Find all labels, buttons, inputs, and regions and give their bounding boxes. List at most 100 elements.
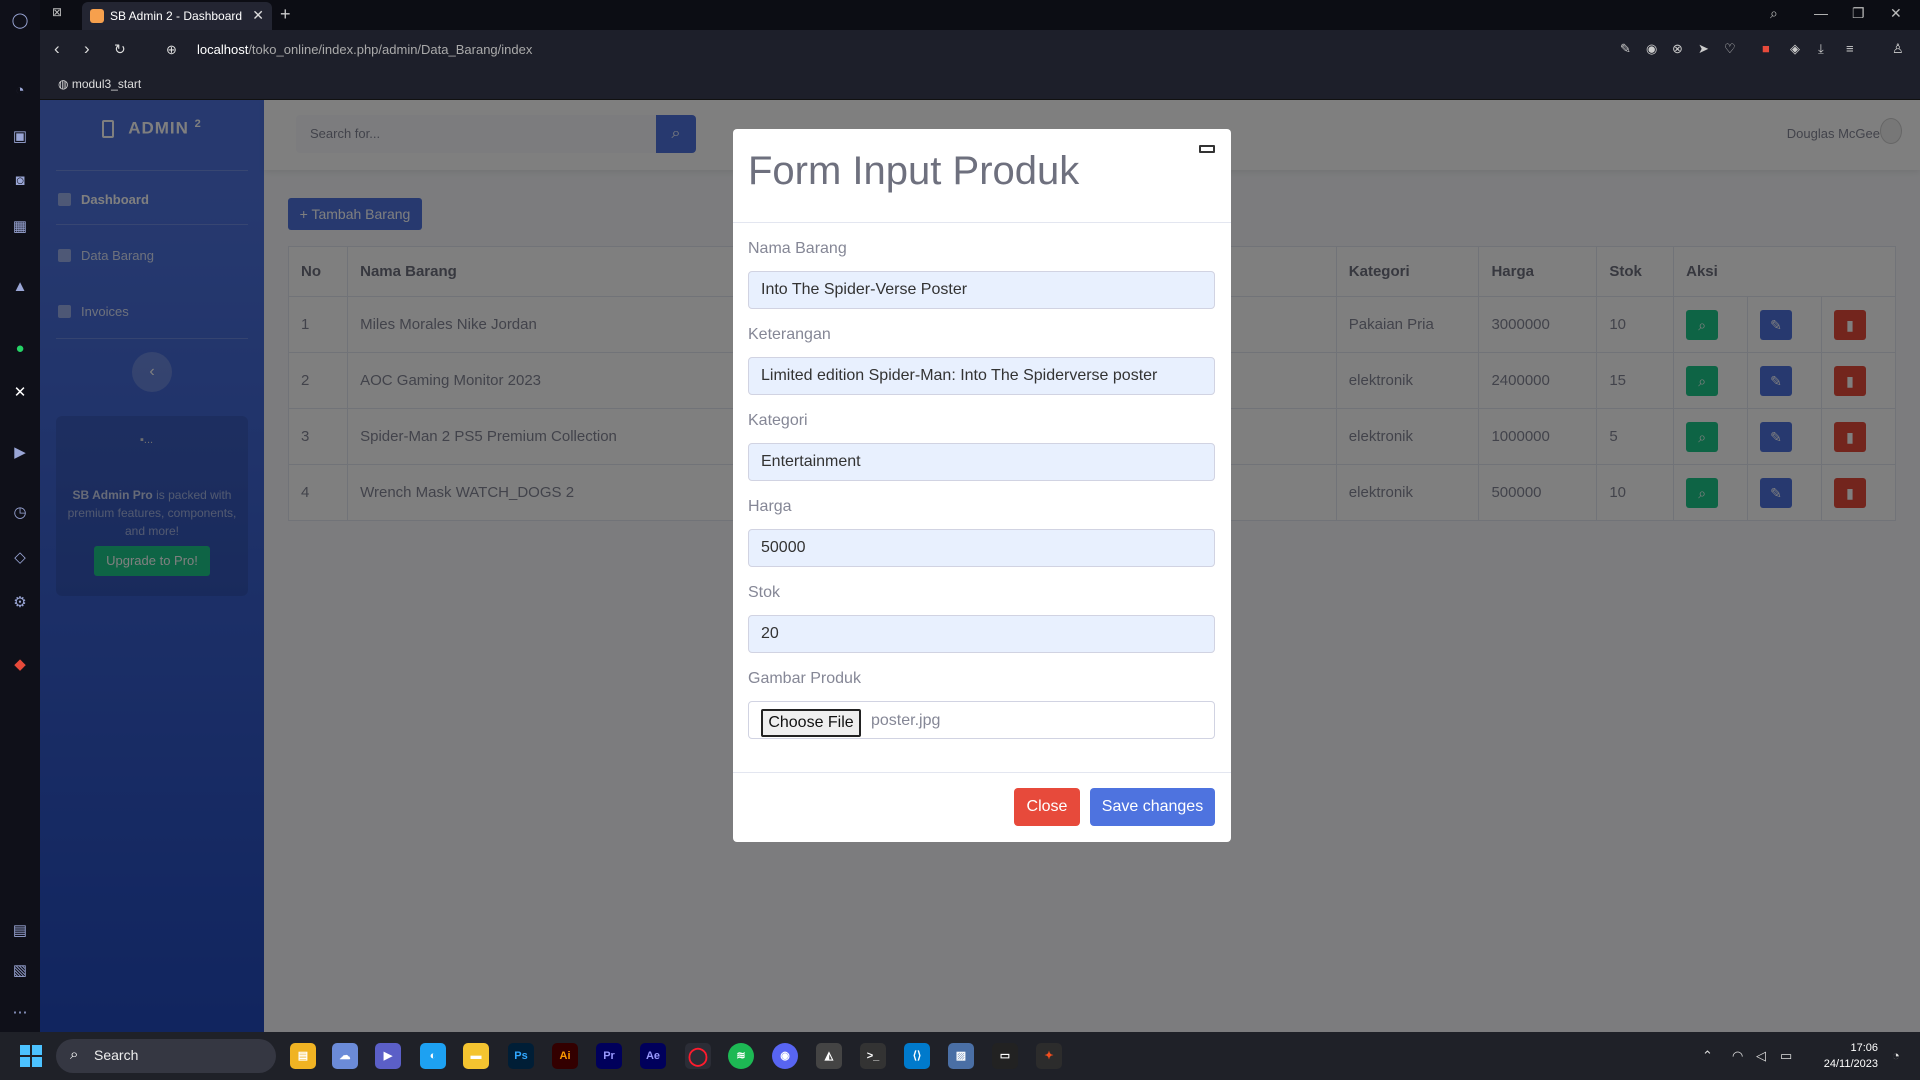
tab-close-icon[interactable]: ✕ <box>252 7 264 24</box>
url-field[interactable]: localhost/toko_online/index.php/admin/Da… <box>197 42 532 57</box>
image-file-input: Choose File poster.jpg <box>748 701 1215 739</box>
save-changes-button[interactable]: Save changes <box>1090 788 1215 826</box>
app-icon[interactable]: ◭ <box>816 1043 842 1069</box>
spotify-icon[interactable]: ≋ <box>728 1043 754 1069</box>
restore-icon[interactable]: ❐ <box>1852 5 1865 22</box>
label-keterangan: Keterangan <box>748 326 831 343</box>
windows-taskbar: ⌕ Search ▤ ☁ ▶ ◐ ▬ Ps Ai Pr Ae ◯ ≋ ◉ ◭ >… <box>0 1032 1920 1080</box>
label-nama-barang: Nama Barang <box>748 240 847 257</box>
browser-sidebar-panel: ◯ ◔ ▣ ◙ ▦ ▲ ● ✕ ▶ ◷ ◇ ⚙ ◆ ▤ ▧ ⋯ <box>0 0 40 1032</box>
history-icon[interactable]: ◷ <box>8 500 32 524</box>
bookmark-label: modul3_start <box>71 77 142 91</box>
heart-icon[interactable]: ♡ <box>1724 41 1736 57</box>
ublock-icon[interactable]: ◆ <box>8 652 32 676</box>
harga-input[interactable]: 50000 <box>748 529 1215 567</box>
address-bar: ‹ › ↻ ⊕ localhost/toko_online/index.php/… <box>40 30 1920 70</box>
choose-file-button[interactable]: Choose File <box>761 709 861 737</box>
search-icon: ⌕ <box>70 1046 79 1063</box>
bookmarks-bar: ◍ modul3_start <box>40 70 1920 100</box>
cube-extension-icon[interactable]: ◈ <box>1790 41 1800 57</box>
close-window-icon[interactable]: ✕ <box>1890 5 1902 22</box>
windows-logo-icon <box>20 1045 30 1055</box>
stok-input[interactable]: 20 <box>748 615 1215 653</box>
tab-favicon-icon <box>90 9 104 23</box>
wifi-icon[interactable]: ◠ <box>1732 1048 1743 1064</box>
opera-logo-icon[interactable]: ◯ <box>8 8 32 32</box>
windows-logo-icon <box>32 1057 42 1067</box>
settings-icon[interactable]: ⚙ <box>8 590 32 614</box>
label-gambar-produk: Gambar Produk <box>748 670 861 687</box>
search-tabs-icon[interactable]: ⌕ <box>1770 5 1778 22</box>
forward-icon[interactable]: › <box>84 39 90 59</box>
photoshop-icon[interactable]: Ps <box>508 1043 534 1069</box>
product-form-modal: Form Input Produk Nama Barang Into The S… <box>733 129 1231 842</box>
battery-icon[interactable]: ▭ <box>1780 1048 1792 1064</box>
arc-icon[interactable]: ▲ <box>8 274 32 298</box>
volume-icon[interactable]: ◁ <box>1756 1048 1766 1064</box>
opera-icon[interactable]: ◯ <box>685 1043 711 1069</box>
label-harga: Harga <box>748 498 792 515</box>
edge-icon[interactable]: ◐ <box>420 1043 446 1069</box>
keterangan-input[interactable]: Limited edition Spider-Man: Into The Spi… <box>748 357 1215 395</box>
console-icon[interactable]: ▭ <box>992 1043 1018 1069</box>
shield-icon[interactable]: ⊗ <box>1672 41 1683 57</box>
clock-time: 17:06 <box>1850 1042 1878 1054</box>
player-icon[interactable]: ▶ <box>8 440 32 464</box>
extension-red-icon[interactable]: ■ <box>1762 41 1770 56</box>
figma-icon[interactable]: ✦ <box>1036 1043 1062 1069</box>
back-icon[interactable]: ‹ <box>54 39 60 59</box>
globe-icon: ⊕ <box>166 42 177 57</box>
terminal-icon[interactable]: >_ <box>860 1043 886 1069</box>
tray-chevron-icon[interactable]: ⌃ <box>1702 1048 1713 1064</box>
speed-dial-icon[interactable]: ◔ <box>8 78 32 102</box>
bookmark-item[interactable]: ◍ modul3_start <box>58 77 141 91</box>
gallery-icon[interactable]: ▧ <box>8 958 32 982</box>
clock-date: 24/11/2023 <box>1823 1058 1878 1070</box>
send-icon[interactable]: ➤ <box>1698 41 1709 57</box>
taskbar-clock[interactable]: 17:06 24/11/2023 <box>1824 1040 1878 1072</box>
menu-icon[interactable]: ≡ <box>1846 41 1854 56</box>
active-tab[interactable]: SB Admin 2 - Dashboard ✕ <box>82 2 272 30</box>
download-icon[interactable]: ⤓ <box>1818 41 1824 57</box>
windows-logo-icon <box>32 1045 42 1055</box>
photos-icon[interactable]: ▨ <box>948 1043 974 1069</box>
after-effects-icon[interactable]: Ae <box>640 1043 666 1069</box>
twitch-icon[interactable]: ◙ <box>8 168 32 192</box>
minimize-icon[interactable]: — <box>1814 5 1828 21</box>
tab-menu-icon[interactable]: ⊠ <box>52 5 62 19</box>
discord-icon[interactable]: ◉ <box>772 1043 798 1069</box>
file-explorer-icon[interactable]: ▬ <box>463 1043 489 1069</box>
premiere-icon[interactable]: Pr <box>596 1043 622 1069</box>
new-tab-icon[interactable]: + <box>280 4 291 25</box>
url-path: /toko_online/index.php/admin/Data_Barang… <box>248 42 533 57</box>
close-button[interactable]: Close <box>1014 788 1080 826</box>
taskbar-app-icon[interactable]: ▤ <box>290 1043 316 1069</box>
taskbar-search[interactable]: ⌕ Search <box>56 1039 276 1073</box>
teams-icon[interactable]: ▶ <box>375 1043 401 1069</box>
calendar-icon[interactable]: ▦ <box>8 214 32 238</box>
modal-header-divider <box>733 222 1231 223</box>
vscode-icon[interactable]: ⟨⟩ <box>904 1043 930 1069</box>
modal-close-icon[interactable] <box>1199 145 1215 153</box>
start-button[interactable] <box>20 1045 42 1067</box>
cube-icon[interactable]: ◇ <box>8 545 32 569</box>
bag-icon[interactable]: ▣ <box>8 124 32 148</box>
illustrator-icon[interactable]: Ai <box>552 1043 578 1069</box>
bookmark-globe-icon: ◍ <box>58 77 69 91</box>
tab-title: SB Admin 2 - Dashboard <box>110 9 243 23</box>
tabs-icon[interactable]: ▤ <box>8 918 32 942</box>
reload-icon[interactable]: ↻ <box>114 41 126 58</box>
label-stok: Stok <box>748 584 781 601</box>
kategori-input[interactable]: Entertainment <box>748 443 1215 481</box>
x-icon[interactable]: ✕ <box>8 380 32 404</box>
more-icon[interactable]: ⋯ <box>8 1000 32 1024</box>
modal-title: Form Input Produk <box>748 149 1080 193</box>
nama-barang-input[interactable]: Into The Spider-Verse Poster <box>748 271 1215 309</box>
whatsapp-icon[interactable]: ● <box>8 336 32 360</box>
camera-icon[interactable]: ◉ <box>1646 41 1657 57</box>
weather-icon[interactable]: ☁ <box>332 1043 358 1069</box>
profile-icon[interactable]: ♙ <box>1892 41 1904 57</box>
url-host: localhost <box>197 42 249 57</box>
notification-icon[interactable]: ◔ <box>1892 1048 1900 1063</box>
edit-icon[interactable]: ✎ <box>1620 41 1631 57</box>
